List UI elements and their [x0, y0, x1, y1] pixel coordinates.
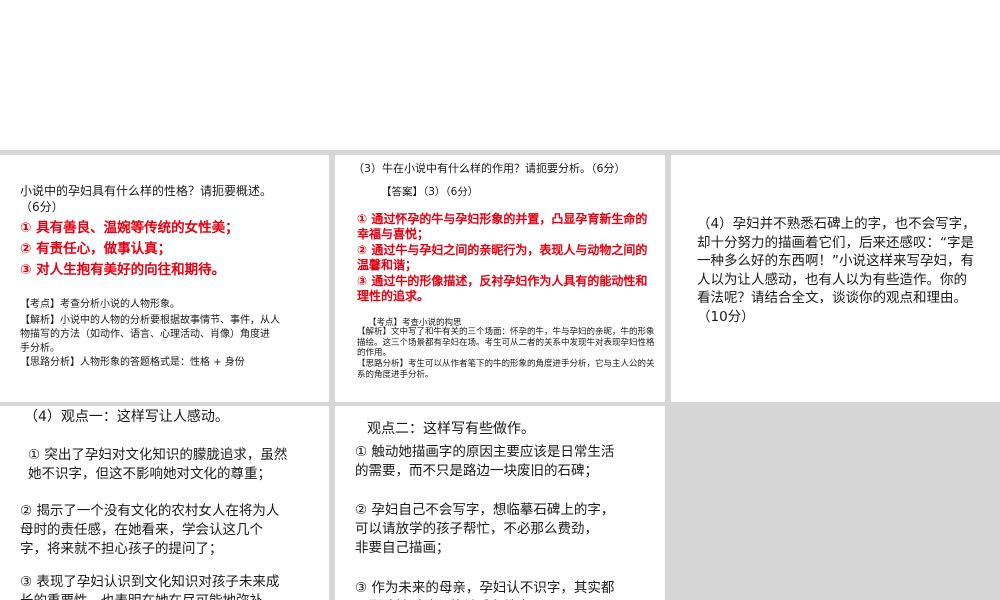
answer-item-1: ① 通过怀孕的牛与孕妇形象的并置，凸显孕育新生命的幸福与喜悦；: [357, 212, 648, 241]
question-text: 小说中的孕妇具有什么样的性格？请扼要概述。 （6分）: [20, 184, 273, 214]
viewpoint-item-1: ① 突出了孕妇对文化知识的朦胧追求，虽然 她不识字，但这不影响她对文化的尊重；: [28, 447, 288, 482]
viewpoint-item-2: ② 孕妇自己不会写字，想临摹石碑上的字， 可以请放学的孩子帮忙，不必那么费劲， …: [355, 502, 615, 556]
viewpoint-item-2: ② 揭示了一个没有文化的农村女人在将为人 母时的责任感，在她看来，学会认这几个 …: [20, 503, 280, 557]
viewpoint-item-1: ① 触动她描画字的原因主要应该是日常生活 的需要，而不只是路边一块废旧的石碑；: [355, 444, 615, 479]
answer-item-2: ② 通过牛与孕妇之间的亲昵行为，表现人与动物之间的温馨和谐；: [357, 243, 648, 272]
slide-panel-viewpoint-two: 观点二：这样写有些做作。 ① 触动她描画字的原因主要应该是日常生活 的需要，而不…: [335, 406, 665, 600]
viewpoint-heading: （4）观点一：这样写让人感动。: [24, 409, 229, 425]
jiexi-note: 【解析】文中写了和牛有关的三个场面：怀孕的牛，牛与孕妇的亲昵，牛的形象描绘。这三…: [357, 327, 655, 358]
slide-panel-q4-question: （4）孕妇并不熟悉石碑上的字，也不会写字，却十分努力的描画着它们，后来还感叹：“…: [671, 155, 1000, 402]
jiexi-note: 【解析】小说中的人物的分析要根据故事情节、事件，从人 物描写的方法（如动作、语言…: [20, 315, 280, 354]
answer-item-2: ② 有责任心，做事认真；: [20, 241, 172, 257]
empty-slide-slot: [671, 406, 1000, 600]
slide-panel-q2-answer: 小说中的孕妇具有什么样的性格？请扼要概述。 （6分） ① 具有善良、温婉等传统的…: [0, 155, 329, 402]
silu-note: 【思路分析】考生可以从作者笔下的牛的形象的角度进手分析，它与主人公的关系的角度进…: [357, 359, 655, 380]
kaodian-note: 【考点】考查分析小说的人物形象。: [20, 299, 180, 310]
answer-item-3: ③ 对人生抱有美好的向往和期待。: [20, 262, 226, 278]
question-text: （3）牛在小说中有什么样的作用？请扼要分析。（6分）: [353, 162, 626, 175]
slide-panel-q3-answer: （3）牛在小说中有什么样的作用？请扼要分析。（6分） 【答案】（3）（6分） ①…: [335, 155, 665, 402]
answer-item-3: ③ 通过牛的形像描述，反衬孕妇作为人具有的能动性和理性的追求。: [357, 274, 648, 303]
answer-item-1: ① 具有善良、温婉等传统的女性美；: [20, 220, 239, 236]
viewpoint-item-3: ③ 作为未来的母亲，孕妇认不识字，其实都 不影响她对孩子的关爱和教育。: [355, 580, 615, 600]
answer-label: 【答案】（3）（6分）: [381, 186, 479, 198]
question-text: （4）孕妇并不熟悉石碑上的字，也不会写字，却十分努力的描画着它们，后来还感叹：“…: [697, 216, 976, 325]
slide-panel-viewpoint-one: （4）观点一：这样写让人感动。 ① 突出了孕妇对文化知识的朦胧追求，虽然 她不识…: [0, 406, 329, 600]
viewpoint-heading: 观点二：这样写有些做作。: [367, 421, 535, 437]
viewpoint-item-3: ③ 表现了孕妇认识到文化知识对孩子未来成 长的重要性，也表明在她在尽可能地弥补: [20, 574, 280, 600]
silu-note: 【思路分析】人物形象的答题格式是：性格 + 身份: [20, 357, 245, 368]
